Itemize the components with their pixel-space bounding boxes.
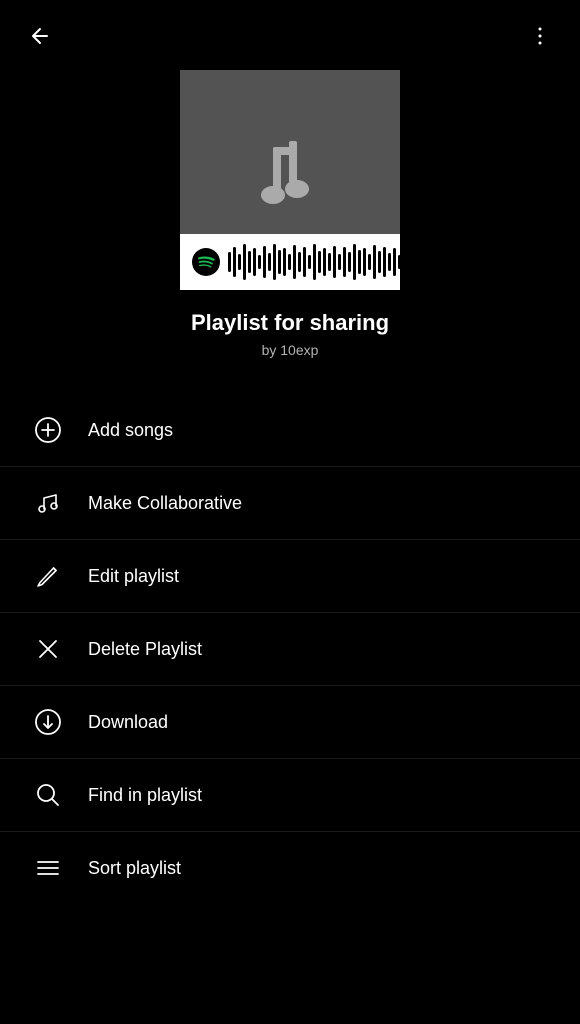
pencil-icon — [32, 560, 64, 592]
download-circle-icon — [32, 706, 64, 738]
menu-list: Add songs Make Collaborative Edit playli… — [0, 394, 580, 904]
back-arrow-icon — [28, 24, 52, 48]
spotify-code-bar — [180, 234, 400, 290]
menu-label-delete-playlist: Delete Playlist — [88, 639, 202, 660]
menu-item-find-in-playlist[interactable]: Find in playlist — [0, 759, 580, 832]
menu-label-download: Download — [88, 712, 168, 733]
content-area: Playlist for sharing by 10exp Add songs … — [0, 0, 580, 904]
menu-item-add-songs[interactable]: Add songs — [0, 394, 580, 467]
three-dots-icon — [528, 24, 552, 48]
menu-item-delete-playlist[interactable]: Delete Playlist — [0, 613, 580, 686]
back-button[interactable] — [20, 16, 60, 56]
menu-item-download[interactable]: Download — [0, 686, 580, 759]
menu-label-make-collaborative: Make Collaborative — [88, 493, 242, 514]
menu-label-add-songs: Add songs — [88, 420, 173, 441]
album-art — [180, 70, 400, 290]
plus-circle-icon — [32, 414, 64, 446]
music-note-icon — [32, 487, 64, 519]
menu-item-make-collaborative[interactable]: Make Collaborative — [0, 467, 580, 540]
menu-item-edit-playlist[interactable]: Edit playlist — [0, 540, 580, 613]
playlist-author: by 10exp — [262, 342, 319, 358]
menu-label-find-in-playlist: Find in playlist — [88, 785, 202, 806]
sort-icon — [32, 852, 64, 884]
menu-label-sort-playlist: Sort playlist — [88, 858, 181, 879]
menu-item-sort-playlist[interactable]: Sort playlist — [0, 832, 580, 904]
barcode-lines — [228, 244, 426, 280]
menu-label-edit-playlist: Edit playlist — [88, 566, 179, 587]
music-note-icon — [245, 135, 335, 225]
playlist-title: Playlist for sharing — [191, 310, 389, 336]
x-icon — [32, 633, 64, 665]
spotify-logo — [192, 248, 220, 276]
more-options-button[interactable] — [520, 16, 560, 56]
header — [0, 0, 580, 72]
search-icon — [32, 779, 64, 811]
